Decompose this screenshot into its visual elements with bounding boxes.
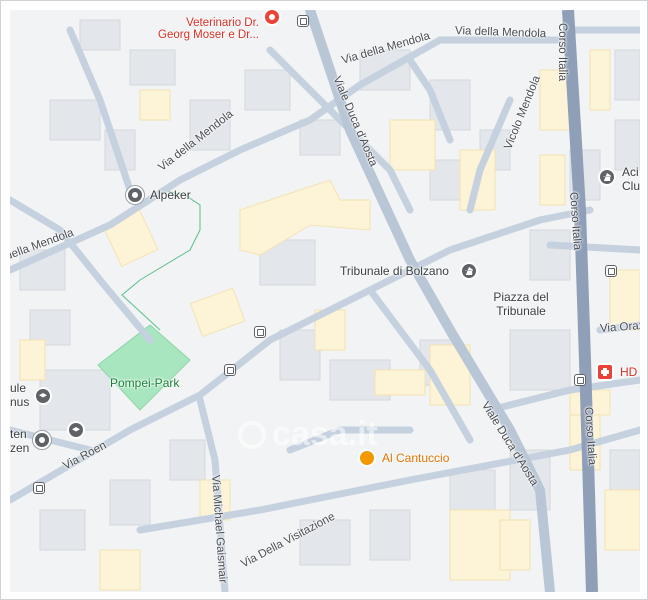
poi-label-alpeker[interactable]: Alpeker	[150, 188, 191, 202]
map-frame: Via della Mendola Via della Mendola Via …	[0, 0, 648, 600]
bus-stop-icon[interactable]	[605, 265, 617, 277]
school-pin-icon[interactable]	[67, 421, 85, 439]
bus-stop-icon[interactable]	[254, 326, 266, 338]
poi-label-tribunale[interactable]: Tribunale di Bolzano	[340, 264, 449, 278]
courthouse-pin-icon[interactable]	[460, 262, 478, 280]
watermark-ring-icon	[238, 421, 266, 449]
poi-label-pompei-park[interactable]: Pompei-Park	[110, 376, 179, 390]
map-canvas[interactable]: Via della Mendola Via della Mendola Via …	[10, 10, 640, 592]
school-pin-icon[interactable]	[34, 387, 52, 405]
poi-label-scuola2-partial[interactable]: ten zen	[10, 427, 30, 455]
place-pin-icon[interactable]	[33, 431, 51, 449]
alpeker-pin-icon[interactable]	[126, 186, 144, 204]
poi-label-veterinario[interactable]: Veterinario Dr. Georg Moser e Dr...	[151, 17, 259, 41]
poi-label-scuola-partial[interactable]: ule nus	[10, 381, 30, 409]
bus-stop-icon[interactable]	[33, 482, 45, 494]
club-pin-icon[interactable]	[598, 168, 616, 186]
street-label-via-oraz: Via Oraz	[599, 319, 640, 335]
poi-label-acli-partial[interactable]: Aci Clu	[622, 165, 640, 193]
watermark-text: casa.it	[272, 415, 378, 453]
watermark-logo: casa.it	[238, 415, 378, 454]
poi-label-al-cantuccio[interactable]: Al Cantuccio	[382, 451, 449, 465]
poi-label-piazza-tribunale[interactable]: Piazza del Tribunale	[490, 290, 552, 318]
poi-label-hd-partial[interactable]: HD	[620, 365, 637, 379]
bus-stop-icon[interactable]	[574, 374, 586, 386]
bus-stop-icon[interactable]	[297, 15, 309, 27]
street-label-corso-italia: Corso Italia	[556, 23, 568, 82]
bus-stop-icon[interactable]	[224, 364, 236, 376]
hospital-pin-icon[interactable]	[596, 363, 614, 381]
